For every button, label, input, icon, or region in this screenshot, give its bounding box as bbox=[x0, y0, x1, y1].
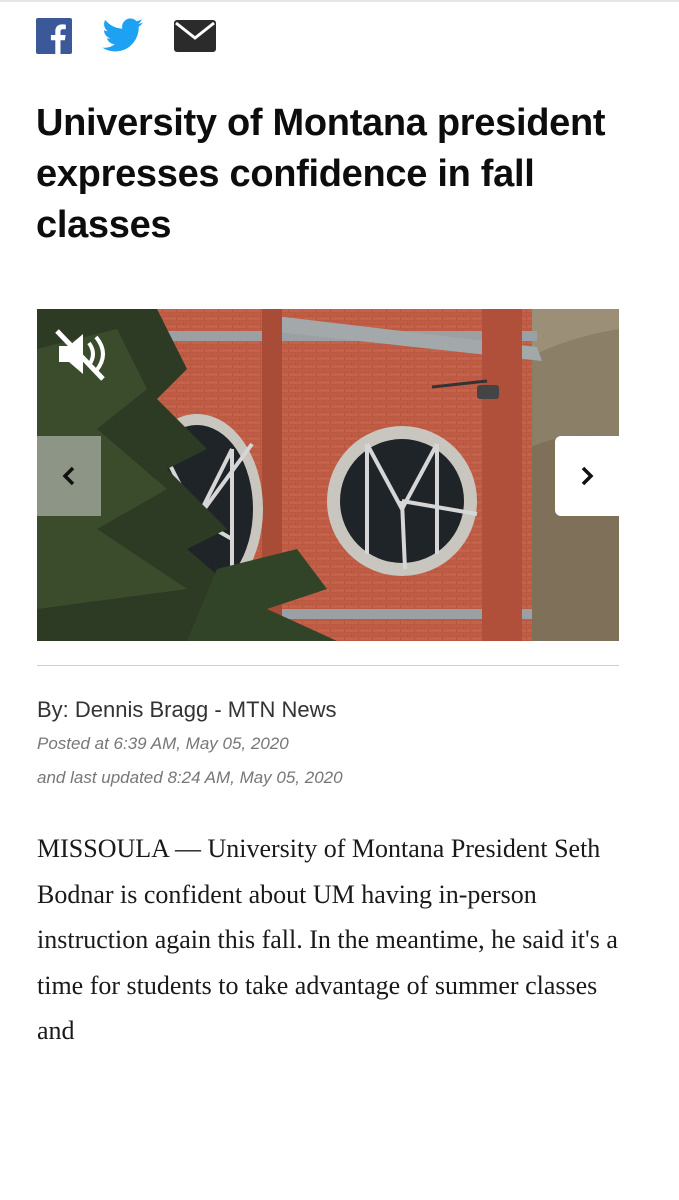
posted-timestamp: Posted at 6:39 AM, May 05, 2020 bbox=[37, 734, 289, 753]
email-icon bbox=[174, 20, 216, 52]
twitter-share-button[interactable] bbox=[102, 18, 144, 59]
video-player[interactable] bbox=[37, 309, 619, 641]
updated-timestamp: and last updated 8:24 AM, May 05, 2020 bbox=[37, 768, 343, 787]
facebook-share-button[interactable] bbox=[36, 18, 72, 59]
mute-toggle-button[interactable] bbox=[53, 325, 111, 383]
chevron-right-icon bbox=[581, 466, 594, 486]
byline-prefix: By: bbox=[37, 697, 75, 722]
article-headline: University of Montana president expresse… bbox=[36, 102, 606, 246]
speaker-muted-icon bbox=[55, 329, 105, 381]
chevron-left-icon bbox=[62, 466, 75, 486]
carousel-prev-button[interactable] bbox=[37, 436, 101, 516]
clock-tower-image bbox=[37, 309, 619, 641]
top-divider bbox=[0, 0, 679, 2]
carousel-next-button[interactable] bbox=[555, 436, 619, 516]
article-body: MISSOULA — University of Montana Preside… bbox=[37, 834, 618, 1040]
section-divider bbox=[37, 665, 619, 666]
share-bar bbox=[36, 18, 216, 59]
twitter-icon bbox=[102, 18, 143, 52]
author-link[interactable]: Dennis Bragg - MTN News bbox=[75, 697, 337, 722]
facebook-icon bbox=[36, 18, 72, 54]
email-share-button[interactable] bbox=[174, 20, 216, 57]
byline: By: Dennis Bragg - MTN News bbox=[37, 697, 337, 723]
